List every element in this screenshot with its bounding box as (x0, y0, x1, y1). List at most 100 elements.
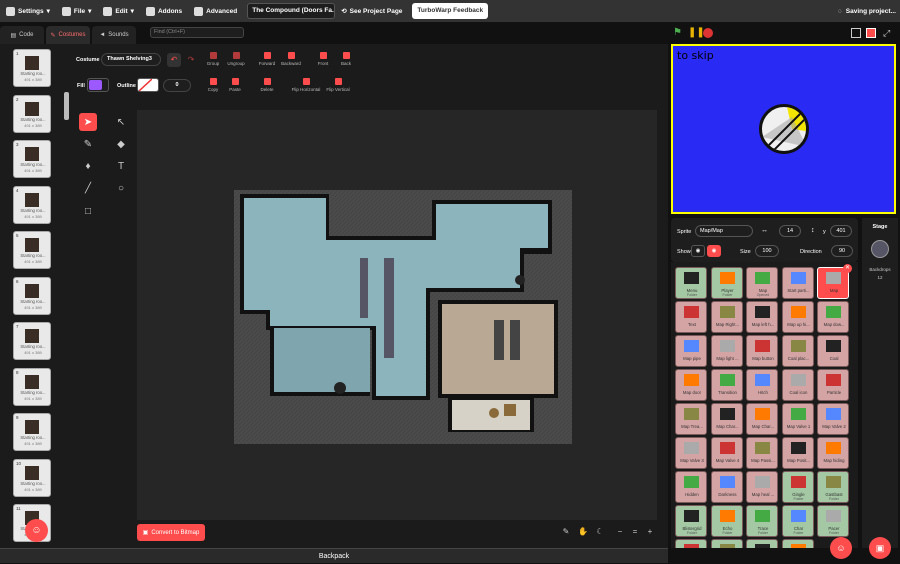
sprite-item[interactable]: Map Char... (746, 403, 778, 435)
convert-to-bitmap-button[interactable]: ▣ Convert to Bitmap (137, 524, 205, 541)
show-visible-button[interactable]: ◉ (691, 245, 705, 257)
sprite-folder[interactable]: Blistergrid Folder (675, 505, 707, 537)
sprite-item[interactable]: Map Char... (710, 403, 743, 435)
hand-icon[interactable]: ✋ (577, 526, 589, 538)
sprite-folder[interactable]: Gastbast Folder (817, 471, 849, 503)
sprite-item[interactable]: Map up hi... (781, 301, 814, 333)
line-tool[interactable]: ╱ (79, 179, 97, 197)
fill-tool[interactable]: ♦ (79, 157, 97, 175)
find-input[interactable]: Find (Ctrl+F) (150, 27, 244, 38)
sprite-item[interactable]: Hitch (746, 369, 778, 401)
sprite-folder[interactable]: Romine (746, 539, 778, 548)
large-stage-button[interactable] (866, 28, 876, 38)
select-tool[interactable]: ➤ (79, 113, 97, 131)
fill-color-picker[interactable] (87, 78, 109, 92)
project-title-input[interactable]: The Compound (Doors Fa... (247, 3, 336, 19)
sprite-item[interactable]: Coal icon (781, 369, 814, 401)
backward-button[interactable]: Backward (278, 52, 304, 66)
sprite-folder[interactable]: Pacer Folder (817, 505, 849, 537)
direction-input[interactable]: 90 (831, 245, 853, 257)
costume-item[interactable]: 3 Starting roo... 491 x 389 (13, 140, 51, 178)
add-sprite-button[interactable]: ☺ (830, 537, 852, 559)
sprite-item[interactable]: Map Passi... (746, 437, 778, 469)
costume-item[interactable]: 5 Starting roo... 491 x 389 (13, 231, 51, 269)
circle-tool[interactable]: ○ (112, 179, 130, 197)
sprite-item[interactable]: Start parti... (781, 267, 814, 299)
sprite-folder[interactable]: Gingle Folder (781, 471, 814, 503)
sprite-item[interactable]: Map heal ... (746, 471, 778, 503)
sprite-item[interactable]: Hidden (675, 471, 707, 503)
undo-button[interactable]: ↶ (167, 53, 181, 67)
outline-width-input[interactable]: 0 (163, 79, 191, 92)
sprite-item[interactable]: Map dow... (817, 301, 849, 333)
y-input[interactable]: 401 (830, 225, 852, 237)
backpack-bar[interactable]: Backpack (0, 548, 668, 563)
brush-tool[interactable]: ✎ (79, 135, 97, 153)
fullscreen-button[interactable]: ⤢ (883, 28, 893, 38)
add-costume-button[interactable]: ☺ (25, 519, 48, 542)
sprite-item[interactable]: Map Valve 3 (675, 437, 707, 469)
stop-button[interactable] (703, 28, 713, 38)
moon-icon[interactable]: ☾ (594, 526, 606, 538)
sprite-folder[interactable]: Player Folder (710, 267, 743, 299)
size-input[interactable]: 100 (755, 245, 779, 257)
add-backdrop-button[interactable]: ▣ (869, 537, 891, 559)
delete-sprite-icon[interactable]: ✕ (843, 264, 852, 273)
sprite-item[interactable]: Coal plac... (781, 335, 814, 367)
file-menu[interactable]: File ▾ (56, 0, 97, 22)
hide-button[interactable]: ◉ (707, 245, 721, 257)
addons-menu[interactable]: Addons (140, 0, 188, 22)
paste-button[interactable]: Paste (222, 78, 248, 92)
backdrop-thumbnail[interactable] (871, 240, 889, 258)
costume-item[interactable]: 6 Starting roo... 491 x 389 (13, 276, 51, 315)
costume-item[interactable]: 8 Starting roo... 491 x 389 (13, 367, 51, 406)
costume-item[interactable]: 2 Starting roo... 491 x 389 (13, 94, 51, 133)
stage-view[interactable]: to skip (671, 44, 896, 214)
pen-mode-icon[interactable]: ✎ (560, 526, 572, 538)
costume-item[interactable]: 7 Starting roo... 491 x 389 (13, 322, 51, 360)
flip-horizontal-button[interactable]: Flip Horizontal (288, 78, 324, 92)
sprite-item[interactable]: Coal (817, 335, 849, 367)
sprite-item[interactable]: Map Valve 4 (710, 437, 743, 469)
sprite-item[interactable]: Darkness (710, 471, 743, 503)
costume-item[interactable]: 10 Starting roo... 491 x 389 (13, 458, 51, 497)
costume-list-scrollbar[interactable] (64, 92, 69, 120)
sprite-name-input[interactable]: Map/Map (695, 225, 753, 237)
sprite-folder[interactable]: Menu Folder (675, 267, 707, 299)
sprite-folder[interactable]: Trace Folder (746, 505, 778, 537)
settings-menu[interactable]: Settings ▾ (0, 0, 56, 22)
sprite-folder[interactable]: Lunare (675, 539, 707, 548)
text-tool[interactable]: T (112, 157, 130, 175)
feedback-button[interactable]: TurboWarp Feedback (412, 3, 489, 19)
sprite-item[interactable]: Map Posit... (781, 437, 814, 469)
sprite-item[interactable]: Map Opened (746, 267, 778, 299)
sprite-item[interactable]: Map door (675, 369, 707, 401)
sprite-item[interactable]: Particle (817, 369, 849, 401)
tab-costumes[interactable]: ✎ Costumes (46, 26, 90, 44)
sprite-item[interactable]: Map Valve 1 (781, 403, 814, 435)
costume-name-input[interactable]: Thawn Shelving3 (101, 53, 161, 66)
edit-menu[interactable]: Edit ▾ (97, 0, 140, 22)
tab-code[interactable]: ▤ Code (0, 26, 44, 44)
sprite-folder[interactable]: Echo Folder (710, 505, 743, 537)
sprite-item[interactable]: Map Trea... (675, 403, 707, 435)
costume-item[interactable]: 4 Starting roo... 491 x 389 (13, 185, 51, 224)
costume-item[interactable]: 9 Starting roo... 491 x 389 (13, 413, 51, 451)
sprite-item[interactable]: Map hiding (817, 437, 849, 469)
sprite-folder[interactable]: Glaze (710, 539, 743, 548)
sprite-item[interactable]: Map ✕ (817, 264, 852, 299)
sprite-item[interactable]: Map button (746, 335, 778, 367)
costume-item[interactable]: 1 Starting roo... 491 x 389 (13, 49, 51, 87)
x-input[interactable]: 14 (779, 225, 801, 237)
green-flag-button[interactable]: ⚑ (673, 28, 683, 38)
sprite-item[interactable]: Map Valve 2 (817, 403, 849, 435)
delete-button[interactable]: Delete (254, 78, 280, 92)
sprite-folder[interactable]: Char Folder (781, 505, 814, 537)
zoom-reset-button[interactable]: = (629, 526, 641, 538)
see-project-page-button[interactable]: ⟲ See Project Page (335, 0, 408, 22)
sprite-item[interactable]: Text (675, 301, 707, 333)
zoom-in-button[interactable]: + (644, 526, 656, 538)
sprite-item[interactable]: Map left h... (746, 301, 778, 333)
zoom-out-button[interactable]: − (614, 526, 626, 538)
redo-button[interactable]: ↷ (184, 53, 198, 67)
